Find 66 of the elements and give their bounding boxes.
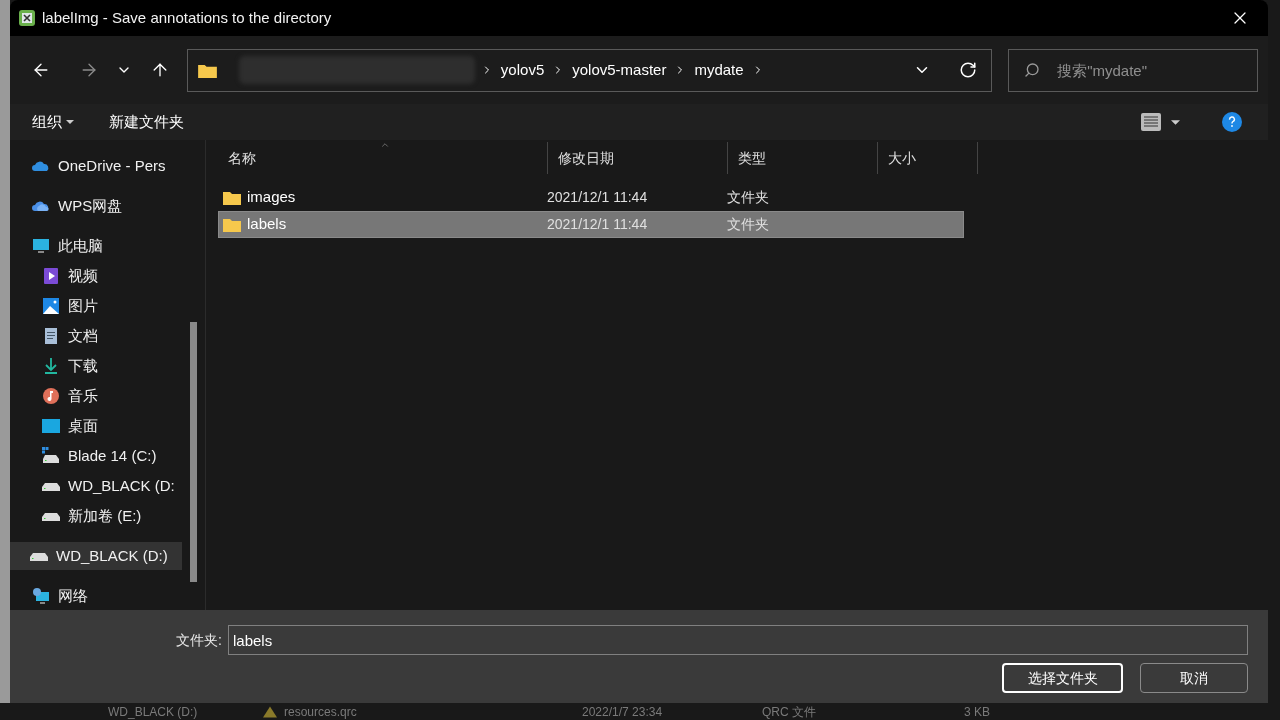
sidebar-item[interactable]: 新加卷 (E:)	[10, 502, 182, 530]
sidebar-item[interactable]: 桌面	[10, 412, 182, 440]
file-type: 文件夹	[726, 188, 769, 207]
sidebar-item[interactable]: WD_BLACK (D:	[10, 472, 182, 500]
column-header[interactable]: 修改日期	[548, 142, 728, 174]
background-file-size: 3 KB	[964, 704, 990, 719]
file-name: images	[247, 187, 296, 208]
sidebar-item[interactable]: 下载	[10, 352, 182, 380]
background-file-name: resources.qrc	[284, 704, 358, 719]
app-icon	[18, 9, 36, 27]
music-icon	[42, 387, 60, 405]
sidebar-item[interactable]: WPS网盘	[10, 192, 182, 220]
sidebar-item[interactable]: WD_BLACK (D:)	[10, 542, 182, 570]
background-file-type: QRC 文件	[762, 704, 817, 719]
drive-icon	[42, 447, 60, 465]
picture-icon	[42, 297, 60, 315]
document-icon	[42, 327, 60, 345]
select-folder-button[interactable]: 选择文件夹	[1002, 663, 1123, 693]
file-icon	[263, 705, 277, 718]
file-name: labels	[247, 214, 287, 235]
column-header[interactable]: 大小	[878, 142, 978, 174]
list-view-icon	[1141, 113, 1161, 131]
sidebar-item[interactable]: 音乐	[10, 382, 182, 410]
sidebar-item[interactable]: 此电脑	[10, 232, 182, 260]
folder-input[interactable]: labels	[228, 625, 1248, 655]
folder-label: 文件夹:	[175, 630, 223, 650]
file-row[interactable]: labels 2021/12/1 11:44 文件夹	[218, 211, 964, 238]
sidebar-item[interactable]: Blade 14 (C:)	[10, 442, 182, 470]
view-options-button[interactable]	[1141, 113, 1180, 131]
folder-icon	[223, 190, 241, 205]
search-icon	[1024, 61, 1041, 78]
new-folder-button[interactable]: 新建文件夹	[109, 110, 184, 134]
sidebar-item[interactable]: OneDrive - Pers	[10, 152, 182, 180]
sidebar-item[interactable]: 视频	[10, 262, 182, 290]
sidebar-item[interactable]: 网络	[10, 582, 182, 610]
column-header[interactable]: 类型	[728, 142, 878, 174]
file-row[interactable]: images 2021/12/1 11:44 文件夹	[218, 184, 964, 211]
monitor-icon	[32, 237, 50, 255]
desktop-icon	[42, 417, 60, 435]
organize-menu-button[interactable]: 组织	[32, 110, 74, 134]
network-icon	[32, 587, 50, 605]
folder-icon	[197, 62, 217, 78]
file-type: 文件夹	[726, 215, 769, 234]
modified-date: 2021/12/1 11:44	[546, 215, 649, 234]
video-icon	[42, 267, 60, 285]
window-title: labelImg - Save annotations to the directory	[42, 7, 332, 28]
column-header[interactable]: 名称	[218, 142, 548, 174]
caret-icon	[66, 120, 74, 124]
sidebar-item[interactable]: 图片	[10, 292, 182, 320]
modified-date: 2021/12/1 11:44	[546, 188, 649, 207]
search-field[interactable]: 搜索"mydate"	[1008, 48, 1258, 92]
scrollbar[interactable]	[190, 322, 197, 582]
caret-icon	[1171, 119, 1180, 125]
refresh-icon	[959, 61, 978, 79]
question-mark-icon	[1228, 116, 1236, 128]
download-icon	[42, 357, 60, 375]
background-drive: WD_BLACK (D:)	[108, 704, 199, 719]
folder-icon	[223, 217, 241, 232]
breadcrumb-item[interactable]: mydate	[692, 58, 746, 82]
sidebar-item[interactable]: 文档	[10, 322, 182, 350]
breadcrumb-item[interactable]: yolov5	[498, 58, 547, 82]
address-bar[interactable]: yolov5 yolov5-master mydate	[186, 48, 993, 92]
breadcrumb-item[interactable]: yolov5-master	[570, 58, 669, 82]
background-modified-date: 2022/1/7 23:34	[582, 704, 664, 719]
help-button[interactable]	[1222, 112, 1242, 132]
cancel-button[interactable]: 取消	[1140, 663, 1248, 693]
